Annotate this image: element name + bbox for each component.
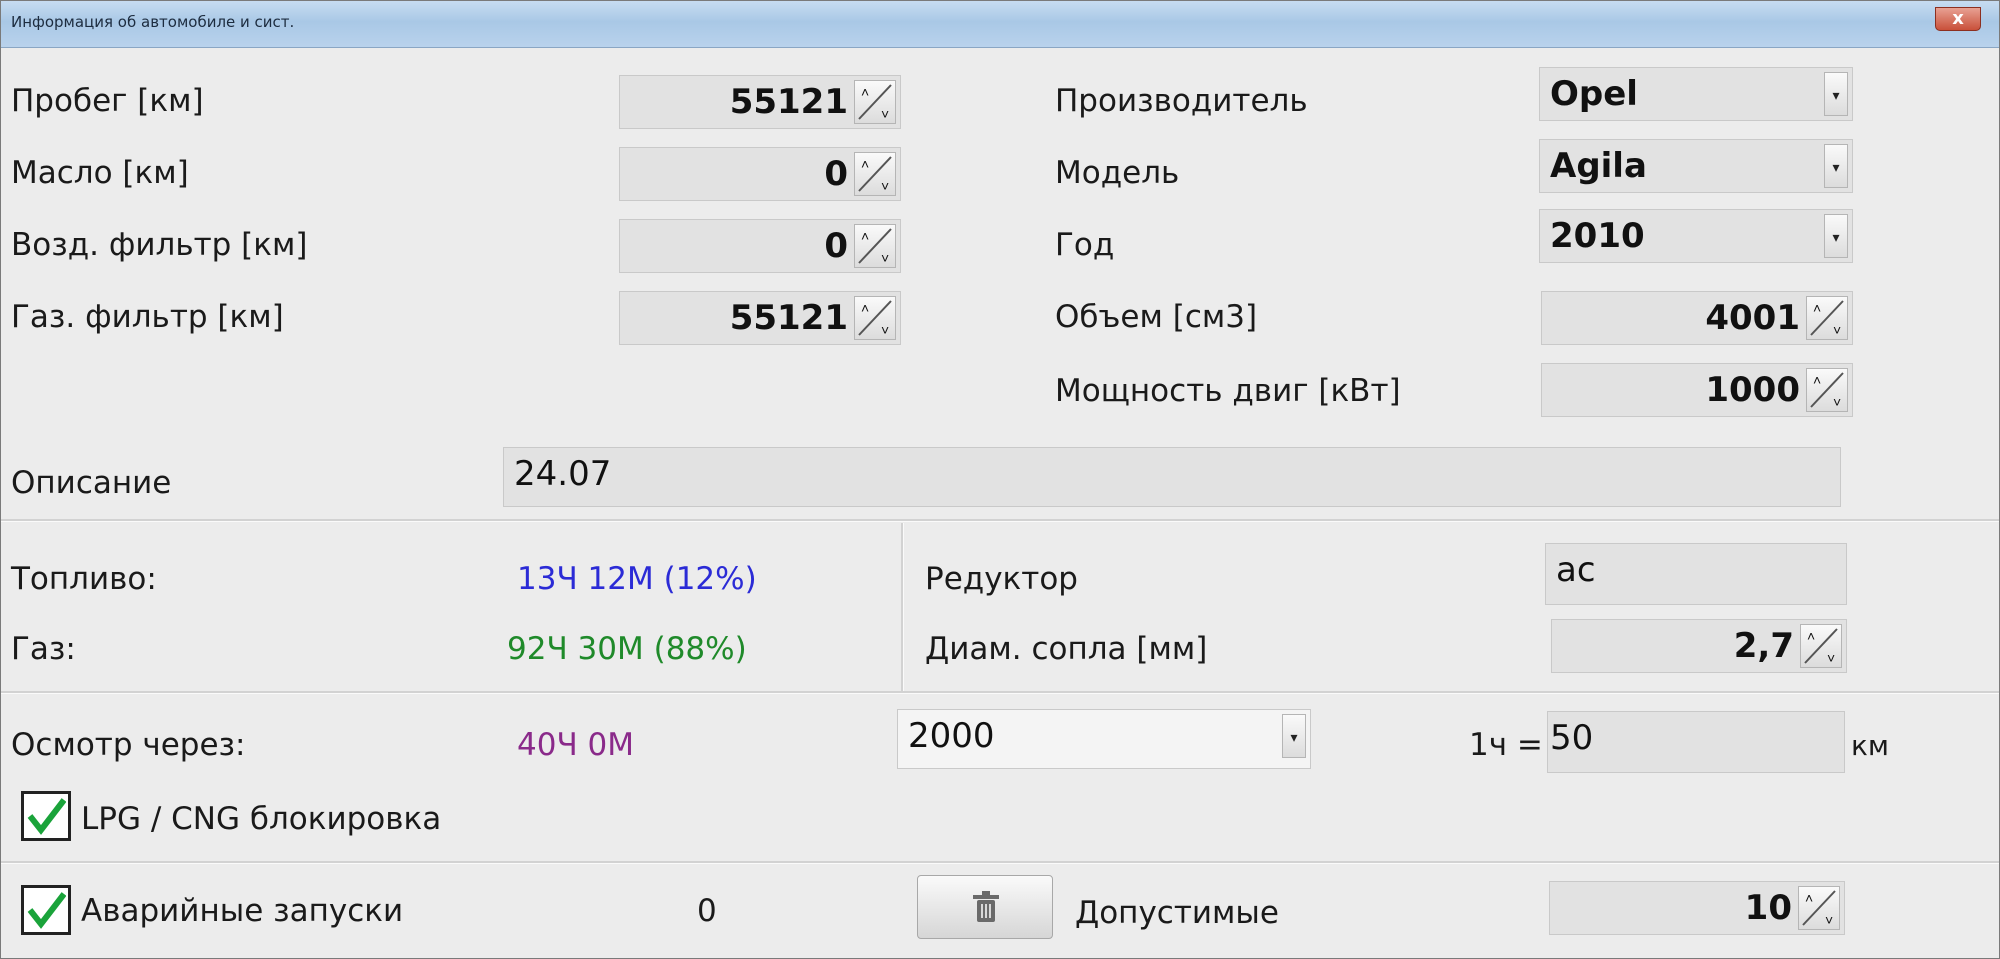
svg-text:˅: ˅ (1833, 394, 1841, 410)
nozzle-field[interactable]: 2,7 ˄ ˅ (1551, 619, 1847, 673)
reducer-input[interactable]: ac (1545, 543, 1847, 605)
svg-text:˄: ˄ (1807, 628, 1815, 644)
per-hour-value: 50 (1550, 718, 1594, 758)
inspection-interval-value: 2000 (908, 716, 995, 756)
year-chevron-down-icon[interactable]: ▾ (1824, 214, 1848, 258)
description-label: Описание (11, 465, 172, 501)
interval-chevron-down-icon[interactable]: ▾ (1282, 714, 1306, 758)
manufacturer-select[interactable]: Opel ▾ (1539, 67, 1853, 121)
gas-filter-field[interactable]: 55121 ˄ ˅ (619, 291, 901, 345)
oil-spin-icon[interactable]: ˄ ˅ (854, 152, 896, 196)
svg-text:˅: ˅ (1833, 322, 1841, 338)
svg-text:˄: ˄ (861, 156, 869, 172)
model-chevron-down-icon[interactable]: ▾ (1824, 144, 1848, 188)
description-input[interactable]: 24.07 (503, 447, 1841, 507)
model-select[interactable]: Agila ▾ (1539, 139, 1853, 193)
gas-filter-spin-icon[interactable]: ˄ ˅ (854, 296, 896, 340)
emergency-starts-checkbox[interactable] (21, 885, 71, 935)
year-select[interactable]: 2010 ▾ (1539, 209, 1853, 263)
window-title: Информация об автомобиле и сист. (11, 13, 295, 31)
checkmark-icon (27, 798, 66, 835)
volume-spin-icon[interactable]: ˄ ˅ (1806, 296, 1848, 340)
reducer-value: ac (1556, 550, 1596, 590)
volume-value: 4001 (1705, 298, 1800, 338)
svg-text:˅: ˅ (1825, 912, 1833, 928)
fuel-label: Топливо: (11, 561, 157, 597)
model-label: Модель (1055, 155, 1180, 191)
section-vertical-divider (901, 523, 904, 691)
checkmark-icon (27, 892, 66, 929)
svg-text:˅: ˅ (881, 106, 889, 122)
air-filter-field[interactable]: 0 ˄ ˅ (619, 219, 901, 273)
manufacturer-label: Производитель (1055, 83, 1308, 119)
fuel-time-value: 13Ч 12М (12%) (517, 561, 757, 597)
inspection-interval-select[interactable]: 2000 ▾ (897, 709, 1311, 769)
gas-time-value: 92Ч 30М (88%) (507, 631, 747, 667)
mileage-field[interactable]: 55121 ˄ ˅ (619, 75, 901, 129)
power-label: Мощность двиг [кВт] (1055, 373, 1401, 409)
year-label: Год (1055, 227, 1115, 263)
gas-filter-value: 55121 (729, 298, 848, 338)
mileage-label: Пробег [км] (11, 83, 204, 119)
svg-text:˄: ˄ (861, 84, 869, 100)
svg-text:˅: ˅ (881, 178, 889, 194)
close-button[interactable]: x (1935, 7, 1981, 31)
lpg-lock-label: LPG / CNG блокировка (81, 801, 442, 837)
nozzle-label: Диам. сопла [мм] (925, 631, 1208, 667)
reducer-label: Редуктор (925, 561, 1078, 597)
lpg-lock-checkbox[interactable] (21, 791, 71, 841)
per-hour-input[interactable]: 50 (1547, 711, 1845, 773)
inspection-label: Осмотр через: (11, 727, 246, 763)
trash-icon (973, 891, 999, 922)
allowed-value: 10 (1744, 888, 1792, 928)
volume-field[interactable]: 4001 ˄ ˅ (1541, 291, 1853, 345)
svg-text:˄: ˄ (1813, 300, 1821, 316)
model-value: Agila (1550, 146, 1647, 186)
description-value: 24.07 (514, 454, 612, 494)
allowed-label: Допустимые (1075, 895, 1279, 931)
manufacturer-value: Opel (1550, 74, 1638, 114)
power-value: 1000 (1705, 370, 1800, 410)
emergency-starts-label: Аварийные запуски (81, 893, 404, 929)
svg-text:˅: ˅ (1827, 650, 1835, 666)
svg-text:˄: ˄ (861, 228, 869, 244)
power-spin-icon[interactable]: ˄ ˅ (1806, 368, 1848, 412)
svg-text:˄: ˄ (1805, 890, 1813, 906)
section-divider (1, 691, 1999, 694)
oil-field[interactable]: 0 ˄ ˅ (619, 147, 901, 201)
section-divider (1, 519, 1999, 522)
manufacturer-chevron-down-icon[interactable]: ▾ (1824, 72, 1848, 116)
title-bar: Информация об автомобиле и сист. x (1, 1, 1999, 48)
section-divider (1, 861, 1999, 864)
gas-label: Газ: (11, 631, 76, 667)
svg-text:˄: ˄ (1813, 372, 1821, 388)
mileage-value: 55121 (729, 82, 848, 122)
emergency-starts-count: 0 (697, 893, 717, 929)
gas-filter-label: Газ. фильтр [км] (11, 299, 284, 335)
air-filter-label: Возд. фильтр [км] (11, 227, 308, 263)
svg-text:˄: ˄ (861, 300, 869, 316)
allowed-field[interactable]: 10 ˄ ˅ (1549, 881, 1845, 935)
svg-text:˅: ˅ (881, 322, 889, 338)
oil-label: Масло [км] (11, 155, 189, 191)
air-filter-value: 0 (824, 226, 848, 266)
volume-label: Объем [см3] (1055, 299, 1258, 335)
oil-value: 0 (824, 154, 848, 194)
allowed-spin-icon[interactable]: ˄ ˅ (1798, 886, 1840, 930)
air-filter-spin-icon[interactable]: ˄ ˅ (854, 224, 896, 268)
power-field[interactable]: 1000 ˄ ˅ (1541, 363, 1853, 417)
inspection-remaining-value: 40Ч 0М (517, 727, 635, 763)
nozzle-spin-icon[interactable]: ˄ ˅ (1800, 624, 1842, 668)
reset-emergency-button[interactable] (917, 875, 1053, 939)
per-hour-label: 1ч = (1469, 727, 1543, 763)
svg-text:˅: ˅ (881, 250, 889, 266)
nozzle-value: 2,7 (1733, 626, 1794, 666)
year-value: 2010 (1550, 216, 1645, 256)
mileage-spin-icon[interactable]: ˄ ˅ (854, 80, 896, 124)
car-info-window: Информация об автомобиле и сист. x Пробе… (0, 0, 2000, 959)
km-unit-label: км (1851, 729, 1890, 762)
